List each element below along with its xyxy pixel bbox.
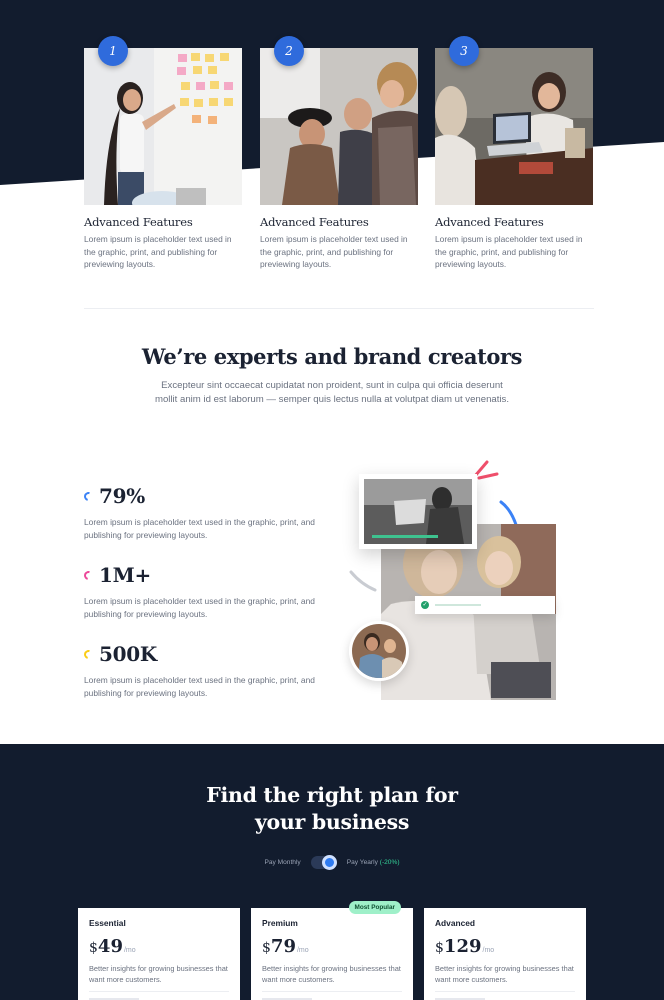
- feature-photo-friends: [260, 48, 418, 205]
- price-period: /mo: [296, 947, 309, 954]
- status-bar: [435, 604, 481, 606]
- pay-yearly-text: Pay Yearly: [346, 859, 378, 866]
- price-amount: 129: [443, 936, 482, 957]
- plan-divider: [435, 991, 575, 992]
- stat-value: 1M+: [99, 563, 151, 587]
- progress-ring-icon: [82, 489, 95, 503]
- currency-symbol: $: [262, 940, 271, 956]
- step-badge: 2: [274, 36, 304, 66]
- currency-symbol: $: [89, 940, 98, 956]
- plan-description: Better insights for growing businesses t…: [262, 964, 401, 984]
- stat-description: Lorem ipsum is placeholder text used in …: [84, 517, 315, 540]
- pay-monthly-label[interactable]: Pay Monthly: [264, 859, 300, 866]
- currency-symbol: $: [435, 940, 444, 956]
- price-period: /mo: [482, 947, 495, 954]
- stat-value: 500K: [99, 642, 157, 666]
- feature-card: 1 Advanced Features Lorem ipsum is place…: [84, 36, 242, 271]
- section-divider: [84, 308, 594, 309]
- plan-price: $ 129 /mo: [435, 936, 575, 957]
- feature-title: Advanced Features: [260, 215, 369, 229]
- step-badge: 3: [449, 36, 479, 66]
- stat-item: 500K Lorem ipsum is placeholder text use…: [82, 642, 324, 699]
- plan-name: Premium: [262, 918, 298, 928]
- plan-name: Essential: [89, 918, 126, 928]
- plan-card-premium[interactable]: Most Popular Premium $ 79 /mo Better ins…: [251, 901, 413, 1000]
- feature-photo-laptop-meeting: [435, 48, 593, 205]
- plan-description: Better insights for growing businesses t…: [435, 964, 574, 984]
- features-section: 1 Advanced Features Lorem ipsum is place…: [84, 36, 594, 276]
- check-icon: ✓: [421, 601, 429, 609]
- experts-title: We’re experts and brand creators: [141, 344, 523, 369]
- status-chip: ✓: [415, 596, 555, 614]
- pricing-section: Find the right plan for your business Pa…: [0, 744, 664, 1000]
- experts-subtitle: Excepteur sint occaecat cupidatat non pr…: [154, 380, 510, 405]
- step-badge: 1: [98, 36, 128, 66]
- price-period: /mo: [123, 947, 136, 954]
- most-popular-badge: Most Popular: [348, 901, 401, 914]
- plan-description: Better insights for growing businesses t…: [89, 964, 228, 984]
- feature-photo-sticky-notes: [84, 48, 242, 205]
- plan-divider: [89, 991, 229, 992]
- feature-title: Advanced Features: [84, 215, 193, 229]
- image-collage: ✓: [345, 458, 560, 708]
- experts-section: We’re experts and brand creators Excepte…: [0, 344, 664, 407]
- plan-price: $ 79 /mo: [262, 936, 402, 957]
- stat-description: Lorem ipsum is placeholder text used in …: [84, 675, 315, 698]
- yearly-discount: (-20%): [379, 859, 400, 866]
- stat-value: 79%: [99, 484, 145, 508]
- stats-list: 79% Lorem ipsum is placeholder text used…: [82, 484, 324, 721]
- stat-description: Lorem ipsum is placeholder text used in …: [84, 596, 315, 619]
- collage-round-photo: [349, 621, 409, 681]
- pricing-title: Find the right plan for your business: [206, 783, 458, 834]
- feature-description: Lorem ipsum is placeholder text used in …: [260, 234, 408, 269]
- feature-description: Lorem ipsum is placeholder text used in …: [84, 234, 232, 269]
- plan-card-essential[interactable]: Essential $ 49 /mo Better insights for g…: [78, 908, 240, 1000]
- stat-item: 1M+ Lorem ipsum is placeholder text used…: [82, 563, 324, 620]
- toggle-knob: [321, 855, 337, 870]
- feature-title: Advanced Features: [435, 215, 544, 229]
- progress-ring-icon: [82, 647, 95, 661]
- collage-laptop-photo: [359, 474, 477, 549]
- stat-item: 79% Lorem ipsum is placeholder text used…: [82, 484, 324, 541]
- progress-ring-icon: [82, 568, 95, 582]
- feature-description: Lorem ipsum is placeholder text used in …: [435, 234, 583, 269]
- price-amount: 79: [270, 936, 296, 957]
- feature-card: 2 Advanced Features Lorem ipsum is place…: [260, 36, 418, 271]
- billing-toggle-row: Pay Monthly Pay Yearly (-20%): [0, 855, 664, 870]
- billing-toggle[interactable]: [310, 855, 337, 870]
- plan-divider: [262, 991, 402, 992]
- plan-price: $ 49 /mo: [89, 936, 229, 957]
- price-amount: 49: [97, 936, 123, 957]
- plan-name: Advanced: [435, 918, 476, 928]
- plan-card-advanced[interactable]: Advanced $ 129 /mo Better insights for g…: [424, 908, 586, 1000]
- feature-card: 3 Advanced Features Lorem ipsum is place…: [435, 36, 593, 271]
- pay-yearly-label[interactable]: Pay Yearly (-20%): [347, 859, 400, 866]
